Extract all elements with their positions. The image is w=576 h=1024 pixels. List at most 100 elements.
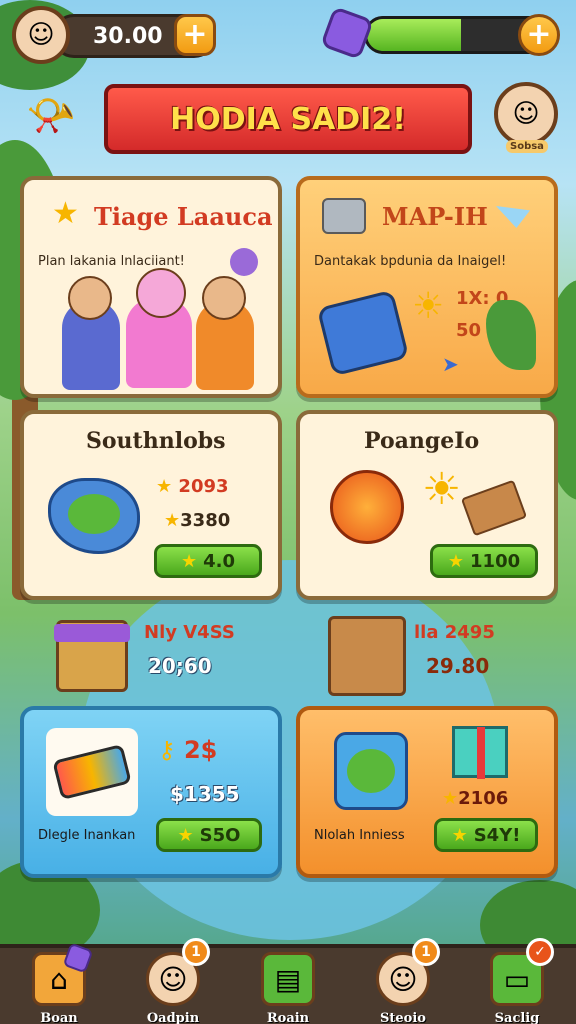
southnlobs-buy-button[interactable]: ★ 4.0 (154, 544, 262, 578)
character-center-head (136, 268, 186, 318)
energy-fill (367, 19, 461, 51)
southnlobs-stat-1-value: 2093 (178, 476, 229, 497)
gift-offer-card[interactable]: ★2106 Nlolah Inniess ★ S4Y! (296, 706, 558, 878)
sun-icon: ☀ (412, 286, 445, 327)
ribbon (477, 727, 485, 779)
poangeio-card[interactable]: PoangeIo ☀ ★ 1100 (296, 410, 558, 600)
tablet-icon (316, 289, 410, 377)
character-right-head (202, 276, 246, 320)
chest-lid-icon (54, 624, 130, 642)
banner-title: HODIA SADI2! (170, 101, 406, 137)
gift-offer-stat: ★2106 (442, 788, 508, 809)
nav-label-steoio: Steoio (380, 1011, 426, 1024)
phone-button-label: S5O (199, 824, 241, 846)
player-avatar[interactable]: ☺ (12, 6, 70, 64)
southnlobs-card[interactable]: Southnlobs ★ 2093 ★3380 ★ 4.0 (20, 410, 282, 600)
plus-icon: + (526, 17, 552, 52)
plus-icon: + (182, 17, 208, 52)
map-value-2: 50 (456, 320, 482, 341)
event-banner[interactable]: HODIA SADI2! (104, 84, 472, 154)
team-card-subtitle: Plan lakania lnlaciiant! (38, 254, 185, 269)
top-bar: 30.00 ☺ + + (0, 0, 576, 74)
key-icon: ⚷ (158, 736, 176, 764)
friend-avatar[interactable]: ☺ (494, 82, 558, 146)
gift-offer-stat-value: 2106 (458, 788, 509, 809)
chest-left-title: Nly V4SS (144, 622, 235, 643)
character-left-head (68, 276, 112, 320)
phone-icon (52, 743, 132, 801)
gift-offer-label: Nlolah Inniess (314, 828, 405, 843)
chest-left-value: 20;60 (148, 654, 212, 678)
add-coins-button[interactable]: + (174, 14, 216, 56)
star-icon: ★ (442, 788, 459, 809)
star-icon: ★ (164, 510, 181, 531)
coin-amount: 30.00 (93, 24, 163, 49)
chest-offer-left[interactable]: Nly V4SS 20;60 (40, 610, 280, 700)
phone-image-frame (46, 728, 138, 816)
nav-label-boan: Boan (40, 1011, 78, 1024)
star-icon: ★ (180, 550, 198, 572)
team-card[interactable]: ★ Tiage Laauca Plan lakania lnlaciiant! (20, 176, 282, 398)
southnlobs-stat-1: ★ 2093 (156, 476, 229, 497)
bottom-navigation: ⌂ Boan ☺ 1 Oadpin ▤ Roain ☺ 1 Steoio ▭ ✓… (0, 938, 576, 1024)
notification-badge: 1 (182, 938, 210, 966)
castle-icon (322, 198, 366, 234)
game-tile-icon (334, 732, 408, 810)
angry-sun-icon (330, 470, 404, 544)
nav-item-saclig[interactable]: ▭ ✓ Saclig (472, 938, 562, 1024)
chest-offer-right[interactable]: lla 2495 29.80 (320, 610, 560, 700)
poangeio-buy-button[interactable]: ★ 1100 (430, 544, 538, 578)
leaf-icon (486, 300, 536, 370)
phone-offer-label: Dlegle Inankan (38, 828, 136, 843)
nav-item-roain[interactable]: ▤ Roain (243, 952, 333, 1024)
poangeio-title: PoangeIo (364, 428, 480, 454)
phone-offer-title-value: 2$ (183, 736, 218, 764)
star-icon: ★ (52, 196, 79, 231)
chest-right-title: lla 2495 (414, 622, 495, 643)
gift-button-label: S4Y! (473, 824, 521, 846)
nav-label-roain: Roain (266, 1011, 310, 1024)
horn-icon: 📯 (26, 93, 76, 139)
poangeio-button-label: 1100 (470, 550, 521, 572)
orb-icon (347, 749, 395, 793)
star-icon: ★ (451, 824, 468, 846)
map-card-subtitle: Dantakak bpdunia da Inaigel! (314, 254, 507, 269)
gift-buy-button[interactable]: ★ S4Y! (434, 818, 538, 852)
star-icon: ★ (447, 550, 465, 572)
candy-icon (68, 494, 120, 534)
friend-face-icon: ☺ (512, 99, 540, 129)
phone-buy-button[interactable]: ★ S5O (156, 818, 262, 852)
chest-right-value: 29.80 (426, 654, 490, 678)
notification-badge: 1 (412, 938, 440, 966)
slingshot-icon (460, 479, 528, 537)
nav-item-oadpin[interactable]: ☺ 1 Oadpin (128, 938, 218, 1024)
nav-item-steoio[interactable]: ☺ 1 Steoio (358, 938, 448, 1024)
southnlobs-stat-2: ★3380 (164, 510, 230, 531)
star-icon: ★ (177, 824, 194, 846)
nav-label-saclig: Saclig (494, 1011, 540, 1024)
team-card-title: Tiage Laauca (94, 202, 273, 231)
shop-icon: ▤ (261, 952, 315, 1006)
southnlobs-button-label: 4.0 (203, 550, 236, 572)
phone-offer-card[interactable]: ⚷ 2$ $1355 Dlegle Inankan ★ S5O (20, 706, 282, 878)
sun-icon: ☀ (422, 464, 462, 515)
map-card-title: MAP-IH (382, 202, 488, 231)
check-badge: ✓ (526, 938, 554, 966)
avatar-face-icon: ☺ (27, 20, 55, 50)
southnlobs-stat-2-value: 3380 (180, 510, 231, 531)
add-energy-button[interactable]: + (518, 14, 560, 56)
phone-offer-price: $1355 (170, 782, 240, 806)
wooden-chest-icon (328, 616, 406, 696)
nav-item-boan[interactable]: ⌂ Boan (14, 942, 104, 1024)
chat-bubble-icon (230, 248, 258, 276)
nav-label-oadpin: Oadpin (146, 1011, 200, 1024)
present-box-icon (452, 726, 508, 779)
phone-offer-title: ⚷ 2$ (158, 736, 217, 764)
map-card[interactable]: MAP-IH Dantakak bpdunia da Inaigel! ☀ 1X… (296, 176, 558, 398)
southnlobs-title: Southnlobs (86, 428, 226, 454)
cursor-icon: ➤ (442, 352, 459, 376)
fish-icon (496, 206, 530, 228)
friend-label: Sobsa (506, 140, 548, 153)
star-icon: ★ (156, 476, 173, 497)
gem-icon (320, 6, 374, 60)
